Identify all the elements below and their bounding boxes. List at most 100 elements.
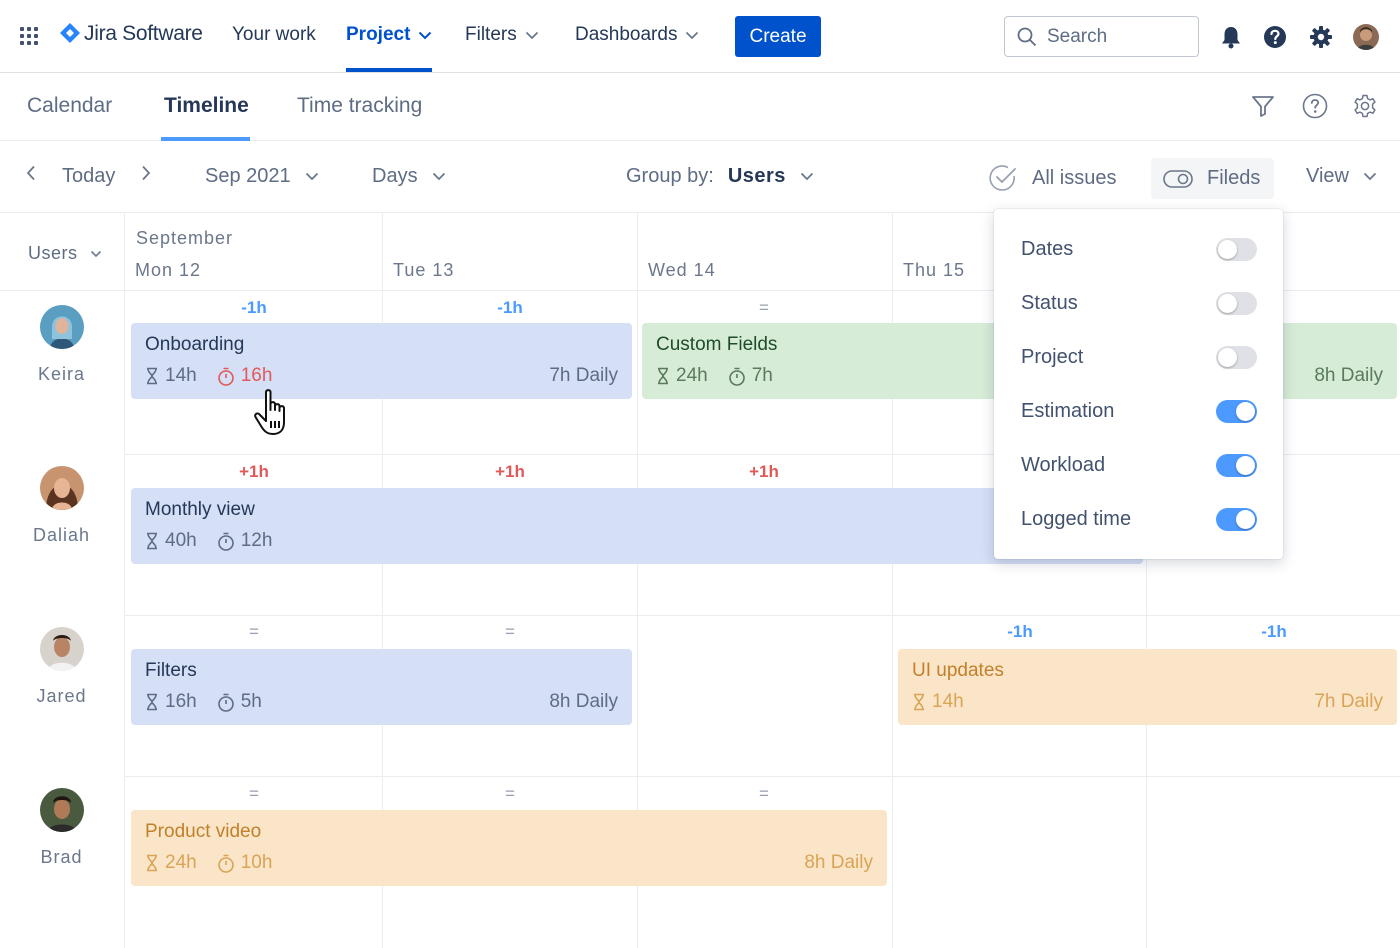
users-dropdown-label: Users	[28, 243, 78, 263]
nav-project[interactable]: Project	[346, 24, 432, 46]
estimation-toggle[interactable]	[1216, 399, 1257, 423]
user-name: Jared	[36, 686, 87, 706]
task-meta: 24h 7h	[656, 365, 773, 387]
chevron-down-icon	[432, 172, 445, 181]
jira-logo[interactable]: Jira Software	[60, 22, 203, 46]
task-bar[interactable]: Product video 24h 10h 8h Daily	[131, 810, 887, 886]
scale-picker[interactable]: Days	[372, 165, 446, 188]
settings-icon[interactable]	[1308, 24, 1334, 50]
logged-time-toggle[interactable]	[1216, 507, 1257, 531]
search-field[interactable]	[1004, 16, 1199, 57]
field-option-dates[interactable]: Dates	[1021, 234, 1257, 264]
chevron-left-icon	[26, 165, 35, 181]
task-bar[interactable]: Filters 16h 5h 8h Daily	[131, 649, 632, 725]
avatar	[40, 788, 84, 832]
search-input[interactable]	[1047, 25, 1187, 48]
day-label: Tue 13	[393, 260, 455, 280]
next-period-button[interactable]	[141, 165, 151, 181]
nav-project-label: Project	[346, 24, 411, 45]
task-estimate: 24h	[165, 852, 197, 873]
task-meta: 14h	[912, 691, 964, 713]
top-navigation: Jira Software Your work Project Filters …	[0, 0, 1400, 73]
task-title: Product video	[145, 821, 262, 842]
hourglass-icon	[147, 854, 157, 872]
task-logged-time: 10h	[240, 852, 273, 873]
nav-dashboards[interactable]: Dashboards	[575, 24, 699, 46]
avatar	[40, 627, 84, 671]
workload-indicator: =	[249, 622, 259, 641]
chevron-down-icon	[90, 250, 101, 257]
field-option-logged-time[interactable]: Logged time	[1021, 504, 1257, 534]
field-option-project[interactable]: Project	[1021, 342, 1257, 372]
stopwatch-icon	[217, 367, 234, 386]
workload-indicator: =	[759, 784, 769, 803]
today-button[interactable]: Today	[62, 165, 115, 188]
fields-button[interactable]: Fileds	[1151, 158, 1274, 199]
chevron-down-icon	[305, 172, 318, 181]
create-button[interactable]: Create	[735, 16, 821, 57]
workload-indicator: -1h	[1007, 622, 1033, 641]
search-icon	[1017, 27, 1037, 46]
task-bar[interactable]: UI updates 14h 7h Daily	[898, 649, 1397, 725]
task-daily: 8h Daily	[549, 691, 618, 712]
field-option-estimation[interactable]: Estimation	[1021, 396, 1257, 426]
hourglass-icon	[147, 693, 157, 711]
task-logged-time: 16h	[240, 365, 273, 386]
group-by-picker[interactable]: Group by: Users	[626, 165, 814, 188]
group-by-value: Users	[727, 165, 786, 187]
workload-toggle[interactable]	[1216, 453, 1257, 477]
user-row-daliah[interactable]: Daliah	[0, 455, 125, 615]
field-option-workload[interactable]: Workload	[1021, 450, 1257, 480]
month-label: September	[136, 228, 234, 248]
task-logged-time: 12h	[240, 530, 273, 551]
tab-time-tracking[interactable]: Time tracking	[297, 94, 422, 118]
task-estimate: 40h	[165, 530, 197, 551]
task-logged-time: 7h	[751, 365, 773, 386]
chevron-down-icon	[419, 31, 432, 39]
all-issues-label: All issues	[1032, 166, 1117, 189]
user-row-keira[interactable]: Keira	[0, 291, 125, 454]
workload-indicator: -1h	[497, 298, 523, 317]
timeline-toolbar: Today Sep 2021 Days Group by: Users All …	[0, 141, 1400, 213]
help-icon[interactable]	[1302, 93, 1328, 119]
dates-toggle[interactable]	[1216, 237, 1257, 261]
task-bar[interactable]: Monthly view 40h 12h	[131, 488, 1143, 564]
users-dropdown[interactable]: Users	[28, 243, 102, 264]
status-toggle[interactable]	[1216, 291, 1257, 315]
task-daily: 8h Daily	[804, 852, 873, 873]
chevron-down-icon	[800, 172, 814, 181]
view-picker[interactable]: View	[1306, 165, 1377, 188]
toggle-knob	[1236, 509, 1255, 529]
nav-your-work-label: Your work	[232, 24, 316, 45]
help-icon[interactable]	[1262, 24, 1288, 50]
field-option-status[interactable]: Status	[1021, 288, 1257, 318]
field-option-label: Logged time	[1021, 507, 1132, 530]
month-picker-label: Sep 2021	[205, 165, 291, 187]
hourglass-icon	[914, 693, 924, 711]
tab-timeline[interactable]: Timeline	[164, 94, 249, 118]
month-picker[interactable]: Sep 2021	[205, 165, 319, 188]
user-avatar[interactable]	[1353, 24, 1379, 50]
nav-your-work[interactable]: Your work	[232, 24, 316, 46]
app-switcher-icon[interactable]	[20, 27, 38, 45]
tab-calendar[interactable]: Calendar	[27, 94, 112, 118]
settings-icon[interactable]	[1352, 93, 1378, 119]
all-issues-filter[interactable]: All issues	[988, 163, 1116, 193]
group-by-label: Group by:	[626, 165, 714, 187]
filter-icon[interactable]	[1250, 93, 1276, 119]
notifications-icon[interactable]	[1218, 24, 1244, 50]
user-name: Keira	[37, 364, 86, 384]
task-bar[interactable]: Onboarding 14h 16h 7h Daily	[131, 323, 632, 399]
task-meta: 40h 12h	[145, 530, 272, 552]
toggle-knob	[1236, 401, 1255, 421]
nav-filters[interactable]: Filters	[465, 24, 539, 46]
task-meta: 14h 16h	[145, 365, 272, 387]
task-meta: 24h 10h	[145, 852, 272, 874]
task-meta: 16h 5h	[145, 691, 262, 713]
chevron-down-icon	[1363, 172, 1377, 181]
project-toggle[interactable]	[1216, 345, 1257, 369]
user-row-brad[interactable]: Brad	[0, 777, 125, 948]
prev-period-button[interactable]	[26, 165, 36, 181]
workload-indicator: +1h	[239, 462, 269, 481]
user-row-jared[interactable]: Jared	[0, 616, 125, 776]
